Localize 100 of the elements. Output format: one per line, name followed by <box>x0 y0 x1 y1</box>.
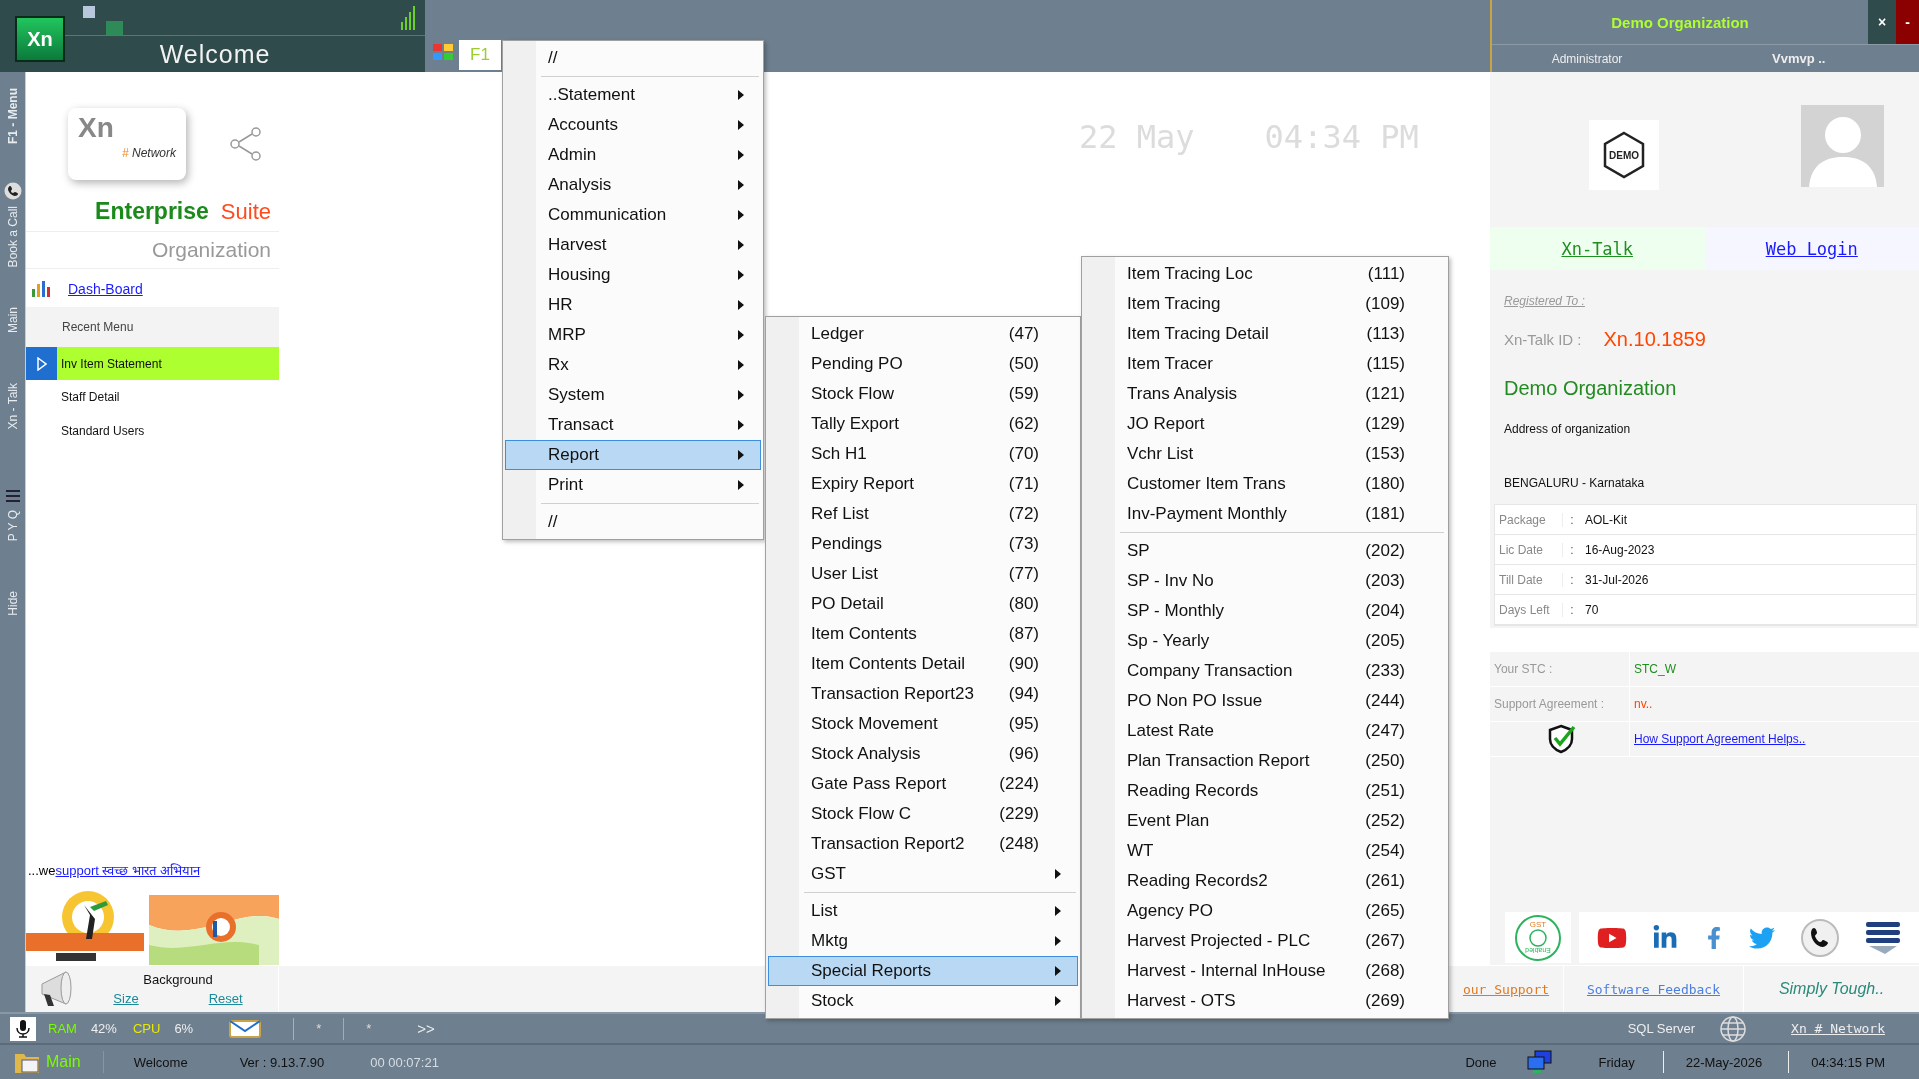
close-button[interactable]: × <box>1868 0 1896 44</box>
menu-item[interactable]: Item Contents (87) <box>768 619 1078 649</box>
menu-item[interactable]: PO Detail (80) <box>768 589 1078 619</box>
menu-item[interactable]: Expiry Report (71) <box>768 469 1078 499</box>
recent-menu-item[interactable]: Inv Item Statement <box>26 347 279 380</box>
menu-item[interactable]: Print <box>505 470 761 500</box>
network-link[interactable]: Xn # Network <box>1791 1021 1885 1036</box>
menu-item[interactable]: Stock Analysis (96) <box>768 739 1078 769</box>
menu-item[interactable]: SP - Monthly (204) <box>1084 596 1446 626</box>
footer-link[interactable]: Software Feedback <box>1586 981 1721 997</box>
menu-item[interactable]: System <box>505 380 761 410</box>
phone-icon[interactable] <box>1799 917 1840 958</box>
menu-item[interactable]: ..Statement <box>505 80 761 110</box>
menu-item[interactable]: Company Transaction (233) <box>1084 656 1446 686</box>
menu-item[interactable]: Stock Movement (95) <box>768 709 1078 739</box>
menu-item[interactable]: Stock Flow (59) <box>768 379 1078 409</box>
menu-item[interactable]: Tally Export (62) <box>768 409 1078 439</box>
menu-item[interactable]: Item Contents Detail (90) <box>768 649 1078 679</box>
menu-item[interactable]: Sp - Yearly (205) <box>1084 626 1446 656</box>
menu-item[interactable]: Communication <box>505 200 761 230</box>
menu-item[interactable]: PO Non PO Issue (244) <box>1084 686 1446 716</box>
phone-icon[interactable] <box>3 182 22 200</box>
menu-item[interactable]: Item Tracing (109) <box>1084 289 1446 319</box>
menu-item[interactable]: Analysis <box>505 170 761 200</box>
dashboard-link[interactable]: Dash-Board <box>68 281 143 297</box>
side-tab[interactable]: Xn - Talk <box>5 383 20 430</box>
linkedin-icon[interactable] <box>1652 924 1678 951</box>
menu-item[interactable]: Harvest - OTS (269) <box>1084 986 1446 1016</box>
submenu-arrow-icon <box>738 120 744 130</box>
menu-item[interactable]: Event Plan (252) <box>1084 806 1446 836</box>
menu-item[interactable]: Accounts <box>505 110 761 140</box>
menu-item[interactable]: Reading Records2 (261) <box>1084 866 1446 896</box>
menu-item[interactable]: Special Reports <box>768 956 1078 986</box>
menu-item[interactable]: GST <box>768 859 1078 889</box>
menu-item[interactable]: Harvest Projected - PLC (267) <box>1084 926 1446 956</box>
menu-item[interactable]: Transaction Report23 (94) <box>768 679 1078 709</box>
menu-item[interactable]: // <box>505 43 761 73</box>
menu-item[interactable]: JO Report (129) <box>1084 409 1446 439</box>
date-text: 22-May-2026 <box>1685 1054 1763 1070</box>
license-separator: : <box>1569 542 1575 557</box>
grid-icon[interactable] <box>433 44 453 60</box>
menu-item[interactable]: Ref List (72) <box>768 499 1078 529</box>
reset-link[interactable]: Reset <box>208 991 243 1006</box>
size-link[interactable]: Size <box>113 991 139 1006</box>
menu-item[interactable]: Stock Flow C (229) <box>768 799 1078 829</box>
menu-item[interactable]: HR <box>505 290 761 320</box>
menu-item[interactable]: Housing <box>505 260 761 290</box>
side-tab[interactable]: P Y Q <box>5 509 20 542</box>
xn-talk-link[interactable]: Xn-Talk <box>1561 238 1634 259</box>
menu-item[interactable]: Item Tracing Loc (111) <box>1084 259 1446 289</box>
menu-icon[interactable] <box>4 487 21 504</box>
menu-item[interactable]: Reading Records (251) <box>1084 776 1446 806</box>
menu-item[interactable]: Sch H1 (70) <box>768 439 1078 469</box>
more-button[interactable]: >> <box>417 1020 435 1037</box>
menu-item[interactable]: Report <box>505 440 761 470</box>
menu-item[interactable]: Admin <box>505 140 761 170</box>
submenu-arrow-icon <box>738 180 744 190</box>
bar-chart-icon <box>32 281 50 297</box>
menu-item[interactable]: Vchr List (153) <box>1084 439 1446 469</box>
side-tab[interactable]: Book a Call <box>5 206 20 268</box>
microphone-button[interactable] <box>10 1016 36 1041</box>
recent-menu-item[interactable]: Standard Users <box>26 414 279 448</box>
menu-item[interactable]: MRP <box>505 320 761 350</box>
menu-item[interactable]: Harvest <box>505 230 761 260</box>
window-title: Welcome <box>158 38 272 70</box>
menu-item[interactable]: Item Tracing Detail (113) <box>1084 319 1446 349</box>
menu-item[interactable]: Plan Transaction Report (250) <box>1084 746 1446 776</box>
side-tab[interactable]: Hide <box>5 591 20 616</box>
menu-item[interactable]: Harvest - Internal InHouse (268) <box>1084 956 1446 986</box>
menu-item[interactable]: Stock <box>768 986 1078 1016</box>
menu-item[interactable]: Pendings (73) <box>768 529 1078 559</box>
submenu-arrow-icon <box>738 330 744 340</box>
menu-item[interactable]: Transact <box>505 410 761 440</box>
menu-item[interactable]: Agency PO (265) <box>1084 896 1446 926</box>
menu-item[interactable]: Pending PO (50) <box>768 349 1078 379</box>
mail-icon[interactable] <box>229 1019 262 1038</box>
support-help-link[interactable]: How Support Agreement Helps.. <box>1630 732 1806 746</box>
minimize-button[interactable]: - <box>1896 0 1919 44</box>
menu-item[interactable]: SP (202) <box>1084 536 1446 566</box>
menu-item[interactable]: Inv-Payment Monthly (181) <box>1084 499 1446 529</box>
menu-item[interactable]: Ledger (47) <box>768 319 1078 349</box>
menu-item[interactable]: Latest Rate (247) <box>1084 716 1446 746</box>
menu-item[interactable]: Rx <box>505 350 761 380</box>
menu-item[interactable]: Trans Analysis (121) <box>1084 379 1446 409</box>
status-mark: * <box>316 1021 322 1036</box>
menu-item[interactable]: List <box>768 896 1078 926</box>
share-icon[interactable] <box>230 127 262 161</box>
menu-item[interactable]: User List (77) <box>768 559 1078 589</box>
menu-item[interactable]: Transaction Report2 (248) <box>768 829 1078 859</box>
menu-item[interactable]: Item Tracer (115) <box>1084 349 1446 379</box>
menu-item[interactable]: SP - Inv No (203) <box>1084 566 1446 596</box>
chat-icon[interactable] <box>1864 919 1901 956</box>
recent-menu-item[interactable]: Staff Detail <box>26 380 279 414</box>
menu-item[interactable]: // <box>505 507 761 537</box>
footer-link[interactable]: Simply Tough.. <box>1778 980 1885 998</box>
menu-item[interactable]: Mktg <box>768 926 1078 956</box>
campaign-link[interactable]: support स्वच्छ भारत अभियान <box>55 863 200 878</box>
menu-item[interactable]: Customer Item Trans (180) <box>1084 469 1446 499</box>
menu-item[interactable]: WT (254) <box>1084 836 1446 866</box>
menu-item[interactable]: Gate Pass Report (224) <box>768 769 1078 799</box>
